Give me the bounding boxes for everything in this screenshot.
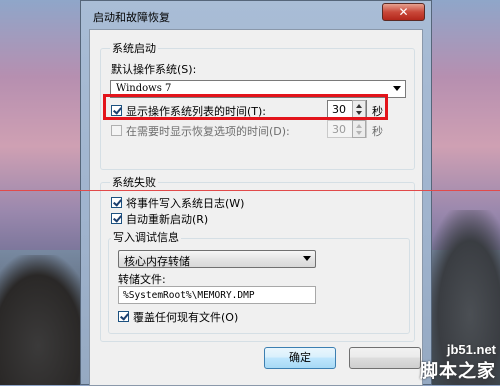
dump-type-value: 核心内存转储 bbox=[124, 255, 190, 268]
auto-restart-label: 自动重新启动(R) bbox=[126, 213, 209, 226]
system-failure-title: 系统失败 bbox=[110, 174, 158, 190]
write-event-checkbox[interactable] bbox=[111, 197, 122, 208]
chevron-down-icon bbox=[393, 86, 401, 91]
show-recovery-time-value: 30 bbox=[332, 123, 346, 136]
startup-recovery-dialog: 启动和故障恢复 ✕ 系统启动 默认操作系统(S): Windows 7 显示操作… bbox=[80, 0, 432, 386]
dialog-client-area: 系统启动 默认操作系统(S): Windows 7 显示操作系统列表的时间(T)… bbox=[89, 29, 423, 386]
close-button[interactable]: ✕ bbox=[382, 3, 425, 21]
watermark-site: jb51.net bbox=[446, 342, 496, 357]
default-os-label: 默认操作系统(S): bbox=[111, 63, 197, 76]
dump-file-input[interactable]: %SystemRoot%\MEMORY.DMP bbox=[118, 286, 316, 304]
debug-info-title: 写入调试信息 bbox=[111, 229, 181, 245]
dump-file-value: %SystemRoot%\MEMORY.DMP bbox=[123, 290, 255, 301]
cancel-button[interactable] bbox=[349, 347, 421, 369]
auto-restart-checkbox[interactable] bbox=[111, 213, 122, 224]
system-startup-title: 系统启动 bbox=[110, 40, 158, 56]
overwrite-checkbox[interactable] bbox=[118, 311, 129, 322]
default-os-value: Windows 7 bbox=[116, 83, 172, 94]
overwrite-label: 覆盖任何现有文件(O) bbox=[133, 311, 239, 324]
chevron-down-icon bbox=[303, 256, 311, 261]
close-icon: ✕ bbox=[398, 5, 409, 19]
watermark-name: 脚本之家 bbox=[420, 361, 496, 382]
ok-button[interactable]: 确定 bbox=[264, 347, 336, 369]
watermark: jb51.net 脚本之家 bbox=[420, 342, 496, 383]
title-bar[interactable]: 启动和故障恢复 ✕ bbox=[81, 1, 431, 29]
ok-button-label: 确定 bbox=[289, 351, 311, 364]
show-recovery-unit: 秒 bbox=[372, 125, 383, 138]
annotation-line bbox=[0, 190, 500, 191]
highlight-box bbox=[103, 94, 388, 120]
dump-file-label: 转储文件: bbox=[118, 273, 166, 286]
spin-up-icon bbox=[356, 124, 362, 128]
show-recovery-label: 在需要时显示恢复选项的时间(D): bbox=[126, 125, 290, 138]
show-recovery-spinner[interactable] bbox=[352, 120, 366, 138]
show-recovery-checkbox[interactable] bbox=[111, 125, 122, 136]
window-title: 启动和故障恢复 bbox=[93, 11, 170, 24]
write-event-label: 将事件写入系统日志(W) bbox=[126, 197, 245, 210]
dump-type-dropdown[interactable]: 核心内存转储 bbox=[118, 250, 316, 268]
spin-down-icon bbox=[356, 131, 362, 135]
